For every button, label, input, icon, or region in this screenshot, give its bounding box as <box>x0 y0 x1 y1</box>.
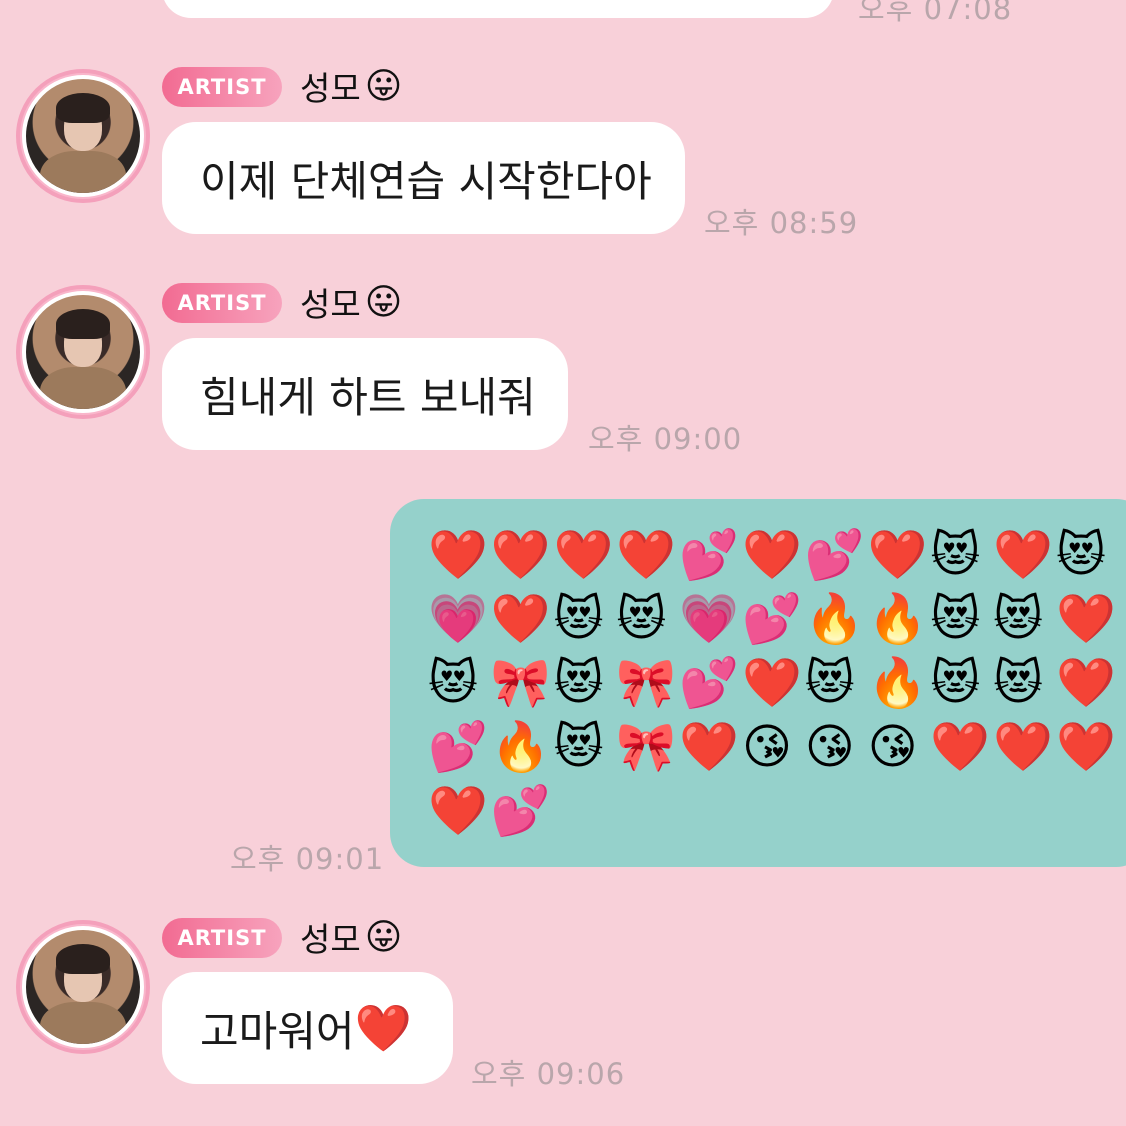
fire-emoji-icon: 🔥 <box>867 591 928 647</box>
kiss-face-emoji-icon: 😘 <box>867 719 918 775</box>
fire-emoji-icon: 🔥 <box>804 591 865 647</box>
message-text: 고마워어 <box>200 1006 355 1056</box>
artist-avatar[interactable] <box>16 69 150 203</box>
tongue-emoji-icon: 😛 <box>364 65 403 107</box>
message-time: 오후 07:08 <box>858 0 1013 26</box>
heart-eyes-cat-emoji-icon: 😻 <box>993 591 1044 647</box>
ribbon-emoji-icon: 🎀 <box>616 655 677 711</box>
fire-emoji-icon: 🔥 <box>867 655 928 711</box>
two-hearts-emoji-icon: 💕 <box>490 783 551 839</box>
message-bubble[interactable]: 이제 단체연습 시작한다아 <box>162 122 685 234</box>
sender-name-text: 성모 <box>300 285 361 324</box>
message-text: 힘내게 하트 보내줘 <box>200 372 536 422</box>
sender-name[interactable]: 성모 😛 <box>300 278 402 326</box>
ribbon-emoji-icon: 🎀 <box>616 719 677 775</box>
kiss-face-emoji-icon: 😘 <box>741 719 793 775</box>
heart-eyes-cat-emoji-icon: 😻 <box>930 591 981 647</box>
red-heart-emoji-icon: ❤️ <box>679 719 739 775</box>
heart-eyes-cat-emoji-icon: 😻 <box>930 527 981 583</box>
message-bubble[interactable]: 고마워어 ❤️ <box>162 972 453 1084</box>
two-hearts-emoji-icon: 💕 <box>679 655 739 711</box>
tongue-emoji-icon: 😛 <box>364 281 403 323</box>
red-heart-emoji-icon: ❤️ <box>741 655 802 711</box>
heart-emoji-icon: ❤️ <box>354 1000 412 1055</box>
red-heart-emoji-icon: ❤️ <box>616 527 677 583</box>
two-hearts-emoji-icon: 💕 <box>804 527 865 583</box>
red-heart-emoji-icon: ❤️ <box>1055 719 1116 775</box>
artist-avatar[interactable] <box>16 285 150 419</box>
tongue-emoji-icon: 😛 <box>364 916 403 958</box>
heart-eyes-cat-emoji-icon: 😻 <box>428 655 479 711</box>
red-heart-emoji-icon: ❤️ <box>930 719 991 775</box>
artist-badge: ARTIST <box>162 283 282 323</box>
sent-emoji-bubble[interactable]: ❤️ ❤️ ❤️ ❤️ 💕 ❤️ 💕 ❤️ 😻 ❤️ 😻 💗 ❤️ 😻 😻 💗 💕 🔥 🔥 😻 😻 ❤️ 😻 🎀 😻 🎀 💕 ❤️ 😻 🔥… <box>390 499 1126 867</box>
heart-eyes-cat-emoji-icon: 😻 <box>553 719 604 775</box>
red-heart-emoji-icon: ❤️ <box>993 719 1053 775</box>
heart-eyes-cat-emoji-icon: 😻 <box>616 591 667 647</box>
heart-eyes-cat-emoji-icon: 😻 <box>553 591 604 647</box>
red-heart-emoji-icon: ❤️ <box>490 591 551 647</box>
message-text: 이제 단체연습 시작한다아 <box>200 156 652 206</box>
artist-badge: ARTIST <box>162 918 282 958</box>
red-heart-emoji-icon: ❤️ <box>428 527 488 583</box>
avatar-photo <box>22 291 144 413</box>
red-heart-emoji-icon: ❤️ <box>553 527 614 583</box>
red-heart-emoji-icon: ❤️ <box>428 783 488 839</box>
red-heart-emoji-icon: ❤️ <box>993 527 1053 583</box>
previous-message-bubble <box>162 0 834 18</box>
avatar-photo <box>22 75 144 197</box>
sender-name-text: 성모 <box>300 69 361 108</box>
sender-name[interactable]: 성모 😛 <box>300 62 402 110</box>
artist-badge: ARTIST <box>162 67 282 107</box>
two-hearts-emoji-icon: 💕 <box>679 527 739 583</box>
two-hearts-emoji-icon: 💕 <box>741 591 802 647</box>
growing-heart-emoji-icon: 💗 <box>679 591 739 647</box>
two-hearts-emoji-icon: 💕 <box>428 719 488 775</box>
growing-heart-emoji-icon: 💗 <box>428 591 488 647</box>
message-bubble[interactable]: 힘내게 하트 보내줘 <box>162 338 568 450</box>
red-heart-emoji-icon: ❤️ <box>490 527 551 583</box>
red-heart-emoji-icon: ❤️ <box>867 527 928 583</box>
heart-eyes-cat-emoji-icon: 😻 <box>553 655 604 711</box>
red-heart-emoji-icon: ❤️ <box>741 527 802 583</box>
heart-eyes-cat-emoji-icon: 😻 <box>1055 527 1107 583</box>
message-time: 오후 08:59 <box>704 206 859 240</box>
avatar-photo <box>22 926 144 1048</box>
message-time: 오후 09:06 <box>471 1057 626 1091</box>
heart-eyes-cat-emoji-icon: 😻 <box>993 655 1044 711</box>
sender-name-text: 성모 <box>300 920 361 959</box>
red-heart-emoji-icon: ❤️ <box>1055 591 1116 647</box>
ribbon-emoji-icon: 🎀 <box>490 655 551 711</box>
fire-emoji-icon: 🔥 <box>490 719 551 775</box>
kiss-face-emoji-icon: 😘 <box>804 719 855 775</box>
heart-eyes-cat-emoji-icon: 😻 <box>930 655 981 711</box>
artist-avatar[interactable] <box>16 920 150 1054</box>
red-heart-emoji-icon: ❤️ <box>1055 655 1116 711</box>
sender-name[interactable]: 성모 😛 <box>300 913 402 961</box>
emoji-grid: ❤️ ❤️ ❤️ ❤️ 💕 ❤️ 💕 ❤️ 😻 ❤️ 😻 💗 ❤️ 😻 😻 💗 💕 🔥 🔥 😻 😻 ❤️ 😻 🎀 😻 🎀 💕 ❤️ 😻 🔥… <box>428 523 1126 843</box>
heart-eyes-cat-emoji-icon: 😻 <box>804 655 855 711</box>
message-time: 오후 09:01 <box>230 842 385 876</box>
message-time: 오후 09:00 <box>588 422 743 456</box>
